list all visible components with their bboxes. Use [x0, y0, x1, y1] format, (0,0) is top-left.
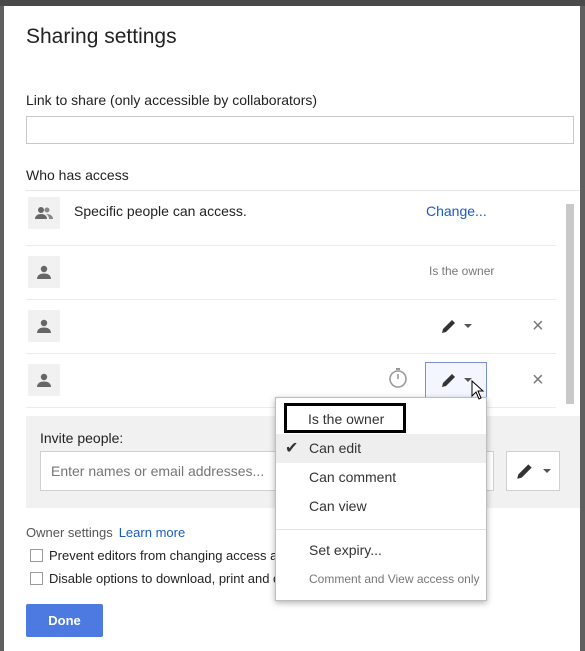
learn-more-link[interactable]: Learn more: [119, 525, 185, 540]
menu-separator: [276, 529, 486, 530]
menu-item-is-owner[interactable]: Is the owner: [284, 403, 406, 433]
people-icon: [28, 197, 60, 229]
remove-user-button[interactable]: ×: [532, 316, 544, 336]
menu-expiry-note: Comment and View access only: [309, 572, 480, 586]
menu-item-set-expiry[interactable]: Set expiry...: [276, 536, 486, 565]
owner-settings: Owner settings Learn more: [26, 525, 185, 540]
chevron-down-icon: [543, 469, 551, 473]
person-icon: [28, 310, 60, 342]
window-top-strip: [0, 0, 585, 6]
access-row-editor: ×: [26, 299, 556, 354]
link-to-share-field[interactable]: [26, 116, 574, 144]
permission-menu: Is the owner ✔ Can edit Can comment Can …: [275, 397, 487, 601]
pencil-icon: [442, 374, 455, 387]
disable-download-label: Disable options to download, print and c: [49, 571, 280, 586]
menu-item-can-view[interactable]: Can view: [276, 492, 486, 521]
prevent-editors-option[interactable]: Prevent editors from changing access a: [30, 548, 277, 563]
done-button[interactable]: Done: [26, 604, 103, 637]
check-icon: ✔: [285, 440, 299, 457]
permission-dropdown[interactable]: [430, 310, 482, 342]
invite-permission-dropdown[interactable]: [506, 451, 560, 491]
dialog-title: Sharing settings: [26, 25, 177, 48]
access-list-scrollbar[interactable]: [566, 204, 574, 404]
prevent-editors-label: Prevent editors from changing access a: [49, 548, 278, 563]
access-list: Specific people can access. Change... Is…: [26, 190, 580, 409]
remove-user-button[interactable]: ×: [532, 370, 544, 390]
menu-item-can-comment[interactable]: Can comment: [276, 463, 486, 492]
prevent-editors-checkbox[interactable]: [30, 549, 43, 562]
chevron-down-icon: [464, 324, 472, 328]
person-icon: [28, 256, 60, 288]
link-to-share-label: Link to share (only accessible by collab…: [26, 92, 318, 108]
mouse-cursor-icon: [471, 379, 485, 405]
invite-people-label: Invite people:: [40, 430, 124, 446]
pencil-icon: [442, 320, 455, 333]
timer-icon[interactable]: [388, 367, 408, 394]
menu-item-can-edit[interactable]: ✔ Can edit: [276, 434, 486, 463]
visibility-text: Specific people can access.: [74, 203, 247, 219]
who-has-access-label: Who has access: [26, 167, 129, 183]
disable-download-checkbox[interactable]: [30, 572, 43, 585]
owner-settings-label: Owner settings: [26, 525, 113, 540]
change-visibility-link[interactable]: Change...: [426, 203, 487, 219]
owner-status: Is the owner: [429, 264, 495, 278]
access-row-visibility: Specific people can access. Change...: [26, 191, 556, 246]
person-icon: [28, 364, 60, 396]
pencil-icon: [517, 464, 532, 479]
disable-download-option[interactable]: Disable options to download, print and c: [30, 571, 280, 586]
